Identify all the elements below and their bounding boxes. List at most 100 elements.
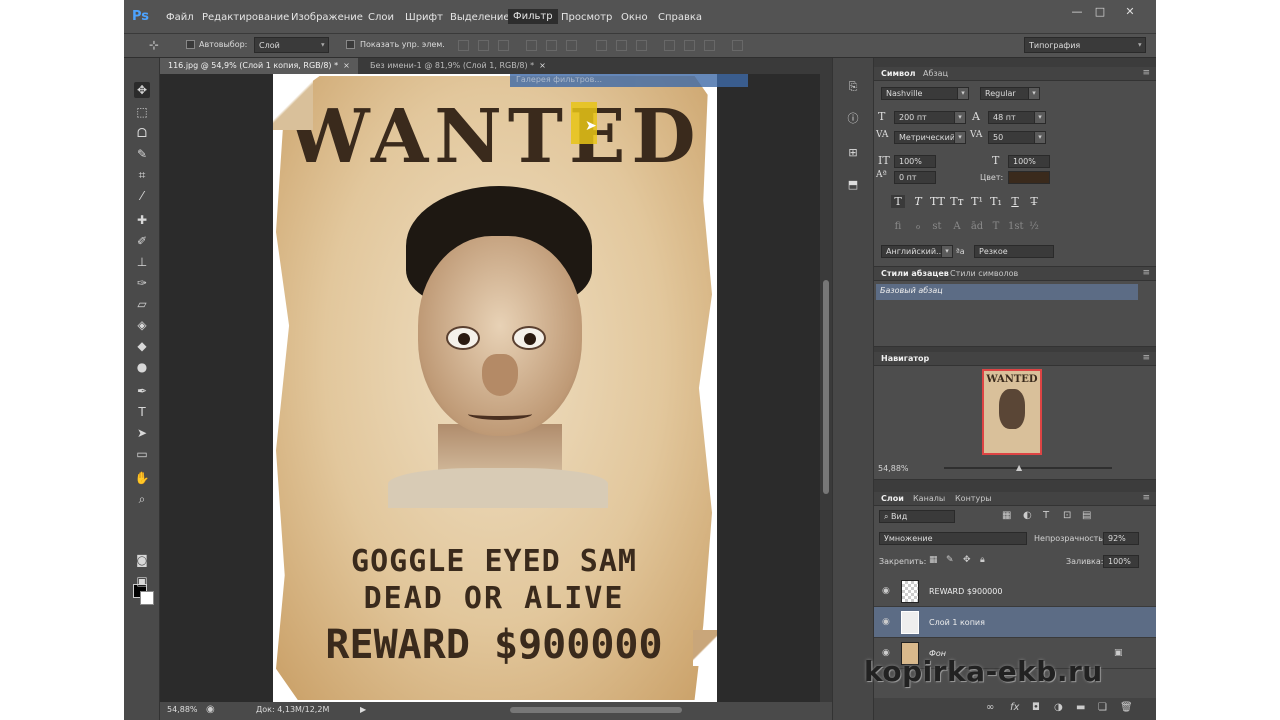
distribute-left-icon[interactable] — [664, 40, 675, 51]
tab-channels[interactable]: Каналы — [913, 494, 945, 503]
discretionary-ligatures-button[interactable]: st — [930, 221, 944, 232]
filter-smart-object-icon[interactable]: ▤ — [1082, 510, 1091, 521]
menu-filter[interactable]: Фильтр — [508, 9, 558, 24]
tab-character-styles[interactable]: Стили символов — [950, 269, 1018, 278]
clone-stamp-tool-icon[interactable]: ⊥ — [134, 254, 150, 270]
vertical-scrollbar[interactable] — [820, 74, 832, 702]
path-select-tool-icon[interactable]: ➤ — [134, 425, 150, 441]
language-select[interactable]: Английский... — [881, 245, 947, 258]
font-family-select[interactable]: Nashville — [881, 87, 963, 100]
distribute-top-icon[interactable] — [596, 40, 607, 51]
actions-panel-icon[interactable]: ⬒ — [846, 178, 860, 192]
scroll-thumb[interactable] — [823, 280, 829, 494]
blend-mode-select[interactable]: Умножение — [879, 532, 1027, 545]
tab-116-jpg[interactable]: 116.jpg @ 54,9% (Слой 1 копия, RGB/8) * × — [160, 58, 358, 74]
fill-field[interactable]: 100% — [1103, 555, 1139, 568]
chevron-down-icon[interactable]: ▾ — [1028, 87, 1040, 100]
stylistic-alternates-button[interactable]: ād — [970, 221, 984, 232]
document-canvas[interactable]: WANTED GOGGLE EYED SAM DEAD OR ALIVE REW… — [273, 74, 717, 702]
layer-filter-select[interactable]: ⌕ Вид — [879, 510, 955, 523]
panel-menu-icon[interactable]: ≡ — [1142, 493, 1150, 503]
tab-paragraph-styles[interactable]: Стили абзацев — [881, 269, 949, 278]
canvas-area[interactable]: WANTED GOGGLE EYED SAM DEAD OR ALIVE REW… — [160, 74, 820, 702]
eyedropper-tool-icon[interactable]: ⁄ — [134, 188, 150, 204]
link-icon[interactable]: ∞ — [986, 702, 994, 713]
antialias-select[interactable]: Резкое — [974, 245, 1054, 258]
type-tool-icon[interactable]: T — [134, 404, 150, 420]
small-caps-button[interactable]: Tт — [950, 195, 964, 208]
marquee-tool-icon[interactable]: ⬚ — [134, 104, 150, 120]
style-item-base-paragraph[interactable]: Базовый абзац — [876, 284, 1138, 300]
close-tab-icon[interactable]: × — [539, 61, 546, 70]
healing-brush-tool-icon[interactable]: ✚ — [134, 212, 150, 228]
fx-icon[interactable]: fx — [1010, 702, 1019, 713]
filter-shape-icon[interactable]: ⊡ — [1063, 510, 1071, 521]
lock-pixels-icon[interactable]: ✎ — [946, 555, 954, 565]
visibility-eye-icon[interactable]: ◉ — [882, 586, 890, 596]
eraser-tool-icon[interactable]: ▱ — [134, 296, 150, 312]
faux-italic-button[interactable]: T — [911, 195, 925, 208]
visibility-eye-icon[interactable]: ◉ — [882, 617, 890, 627]
zoom-tool-icon[interactable]: ⌕ — [134, 491, 150, 507]
info-panel-icon[interactable]: ⓘ — [846, 112, 860, 126]
properties-panel-icon[interactable]: ⊞ — [846, 146, 860, 160]
lock-all-icon[interactable]: 🔒︎ — [980, 555, 985, 565]
mask-icon[interactable]: ◘ — [1032, 702, 1040, 713]
navigator-zoom[interactable]: 54,88% — [878, 464, 909, 473]
autoselect-checkbox[interactable] — [186, 40, 195, 49]
menu-file[interactable]: Файл — [166, 12, 194, 23]
opacity-field[interactable]: 92% — [1103, 532, 1139, 545]
pen-tool-icon[interactable]: ✒ — [134, 383, 150, 399]
panel-menu-icon[interactable]: ≡ — [1142, 353, 1150, 363]
tab-paths[interactable]: Контуры — [955, 494, 992, 503]
autoselect-dropdown[interactable]: Слой — [254, 37, 329, 53]
contextual-alternates-button[interactable]: ℴ — [911, 221, 925, 232]
navigator-thumbnail[interactable]: WANTED — [982, 369, 1042, 455]
menu-view[interactable]: Просмотр — [561, 12, 612, 23]
chevron-down-icon[interactable]: ▾ — [954, 111, 966, 124]
quick-mask-icon[interactable]: ◙ — [134, 552, 150, 568]
lock-position-icon[interactable]: ✥ — [963, 555, 971, 565]
menu-layers[interactable]: Слои — [368, 12, 394, 23]
panel-menu-icon[interactable]: ≡ — [1142, 68, 1150, 78]
layer-row-reward[interactable]: ◉ REWARD $900000 — [874, 576, 1156, 607]
background-color-swatch[interactable] — [140, 591, 154, 605]
crop-tool-icon[interactable]: ⌗ — [134, 167, 150, 183]
menu-window[interactable]: Окно — [621, 12, 648, 23]
text-color-swatch[interactable] — [1008, 171, 1050, 184]
trash-icon[interactable]: 🗑︎ — [1120, 702, 1133, 713]
screen-mode-icon[interactable]: ▣ — [134, 573, 150, 589]
hand-tool-icon[interactable]: ✋ — [134, 470, 150, 486]
menu-help[interactable]: Справка — [658, 12, 702, 23]
ligatures-button[interactable]: fi — [891, 221, 905, 232]
tab-character[interactable]: Символ — [881, 69, 915, 78]
ordinals-button[interactable]: 1st — [1008, 221, 1024, 232]
status-info-icon[interactable]: ◉ — [206, 704, 215, 715]
subscript-button[interactable]: T₁ — [989, 195, 1003, 208]
close-tab-icon[interactable]: × — [343, 61, 350, 70]
panel-menu-icon[interactable]: ≡ — [1142, 268, 1150, 278]
paint-bucket-tool-icon[interactable]: ◈ — [134, 317, 150, 333]
chevron-down-icon[interactable]: ▾ — [1034, 111, 1046, 124]
history-panel-icon[interactable]: ⎘ — [846, 80, 860, 94]
dodge-tool-icon[interactable]: ● — [134, 359, 150, 375]
filter-adjustment-icon[interactable]: ◐ — [1023, 510, 1032, 521]
tab-untitled-1[interactable]: Без имени-1 @ 81,9% (Слой 1, RGB/8) * × — [362, 58, 554, 74]
titling-alternates-button[interactable]: T — [989, 221, 1003, 232]
align-bottom-icon[interactable] — [498, 40, 509, 51]
folder-icon[interactable]: ▬ — [1076, 702, 1085, 713]
superscript-button[interactable]: T¹ — [970, 195, 984, 208]
filter-type-icon[interactable]: T — [1043, 510, 1049, 521]
lasso-tool-icon[interactable]: ᗝ — [134, 125, 150, 141]
brush-tool-icon[interactable]: ✐ — [134, 233, 150, 249]
adjustment-icon[interactable]: ◑ — [1054, 702, 1063, 713]
layer-row-layer1-copy[interactable]: ◉ Слой 1 копия — [874, 607, 1156, 638]
align-top-icon[interactable] — [458, 40, 469, 51]
distribute-vcenter-icon[interactable] — [616, 40, 627, 51]
horizontal-scale-field[interactable]: 100% — [1008, 155, 1050, 168]
distribute-hcenter-icon[interactable] — [684, 40, 695, 51]
fractions-button[interactable]: ½ — [1027, 221, 1041, 232]
swash-button[interactable]: A — [950, 221, 964, 232]
auto-align-icon[interactable] — [732, 40, 743, 51]
blur-tool-icon[interactable]: ◆ — [134, 338, 150, 354]
